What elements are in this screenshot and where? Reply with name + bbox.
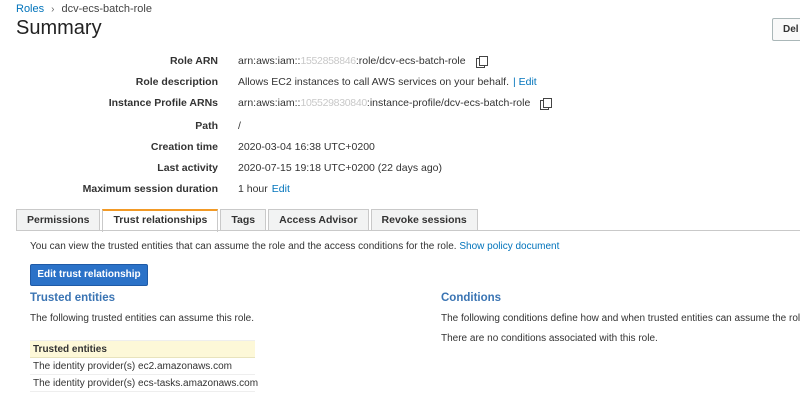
summary-value: 2020-03-04 16:38 UTC+0200 bbox=[238, 141, 375, 153]
summary-label: Creation time bbox=[150, 141, 218, 153]
tab-trust-relationships[interactable]: Trust relationships bbox=[102, 209, 219, 232]
role-tabs: Permissions Trust relationships Tags Acc… bbox=[16, 209, 478, 232]
delete-role-button[interactable]: Del bbox=[772, 18, 800, 41]
summary-label: Role description bbox=[135, 76, 218, 88]
masked-account-id: 105529830840 bbox=[300, 97, 367, 109]
summary-label: Maximum session duration bbox=[82, 183, 218, 195]
edit-session-link[interactable]: Edit bbox=[272, 183, 290, 195]
table-row: The identity provider(s) ec2.amazonaws.c… bbox=[30, 358, 255, 375]
arn-prefix: arn:aws:iam:: bbox=[238, 55, 301, 67]
conditions-text: The following conditions define how and … bbox=[441, 313, 800, 324]
chevron-right-icon: › bbox=[51, 3, 55, 15]
tab-divider bbox=[16, 230, 800, 231]
breadcrumb-current: dcv-ecs-batch-role bbox=[61, 3, 152, 15]
summary-row-creation-time: Creation time 2020-03-04 16:38 UTC+0200 bbox=[0, 141, 800, 157]
summary-row-role-arn: Role ARN arn:aws:iam::1552858846:role/dc… bbox=[0, 55, 800, 71]
trusted-entities-text: The following trusted entities can assum… bbox=[30, 313, 254, 324]
summary-value: / bbox=[238, 120, 241, 132]
summary-row-last-activity: Last activity 2020-07-15 19:18 UTC+0200 … bbox=[0, 162, 800, 178]
edit-description-link[interactable]: | Edit bbox=[513, 76, 537, 88]
summary-label: Role ARN bbox=[169, 55, 218, 67]
summary-value: 2020-07-15 19:18 UTC+0200 (22 days ago) bbox=[238, 162, 443, 174]
trust-intro-text: You can view the trusted entities that c… bbox=[30, 241, 457, 252]
page-title: Summary bbox=[16, 17, 102, 39]
table-header: Trusted entities bbox=[30, 341, 255, 358]
max-session-value: 1 hour bbox=[238, 183, 268, 195]
breadcrumb: Roles › dcv-ecs-batch-role bbox=[16, 3, 152, 15]
trust-intro: You can view the trusted entities that c… bbox=[30, 241, 559, 252]
summary-label: Last activity bbox=[157, 162, 218, 174]
summary-row-max-session: Maximum session duration 1 hour Edit bbox=[0, 183, 800, 199]
summary-value: Allows EC2 instances to call AWS service… bbox=[238, 76, 537, 88]
tab-tags[interactable]: Tags bbox=[220, 209, 267, 231]
summary-value: arn:aws:iam::105529830840:instance-profi… bbox=[238, 97, 553, 110]
summary-row-role-description: Role description Allows EC2 instances to… bbox=[0, 76, 800, 92]
arn-suffix: :instance-profile/dcv-ecs-batch-role bbox=[366, 97, 531, 109]
trusted-entities-heading: Trusted entities bbox=[30, 292, 115, 304]
summary-value: 1 hour Edit bbox=[238, 183, 290, 195]
tab-revoke-sessions[interactable]: Revoke sessions bbox=[370, 209, 478, 231]
table-row: The identity provider(s) ecs-tasks.amazo… bbox=[30, 375, 258, 392]
summary-row-path: Path / bbox=[0, 120, 800, 136]
conditions-heading: Conditions bbox=[441, 292, 502, 304]
masked-account-id: 1552858846 bbox=[300, 55, 356, 67]
summary-row-instance-profile: Instance Profile ARNs arn:aws:iam::10552… bbox=[0, 97, 800, 113]
tab-access-advisor[interactable]: Access Advisor bbox=[268, 209, 369, 231]
role-description-text: Allows EC2 instances to call AWS service… bbox=[238, 76, 509, 88]
arn-prefix: arn:aws:iam:: bbox=[238, 97, 301, 109]
copy-icon[interactable] bbox=[475, 55, 488, 68]
edit-trust-relationship-button[interactable]: Edit trust relationship bbox=[30, 264, 148, 286]
summary-value: arn:aws:iam::1552858846:role/dcv-ecs-bat… bbox=[238, 55, 488, 68]
breadcrumb-roles-link[interactable]: Roles bbox=[16, 3, 44, 15]
copy-icon[interactable] bbox=[540, 97, 553, 110]
summary-label: Instance Profile ARNs bbox=[108, 97, 218, 109]
tab-permissions[interactable]: Permissions bbox=[16, 209, 101, 231]
arn-suffix: :role/dcv-ecs-batch-role bbox=[355, 55, 466, 67]
no-conditions-text: There are no conditions associated with … bbox=[441, 333, 658, 344]
trusted-entities-table: Trusted entities The identity provider(s… bbox=[30, 340, 258, 392]
show-policy-document-link[interactable]: Show policy document bbox=[459, 241, 559, 252]
summary-label: Path bbox=[195, 120, 218, 132]
